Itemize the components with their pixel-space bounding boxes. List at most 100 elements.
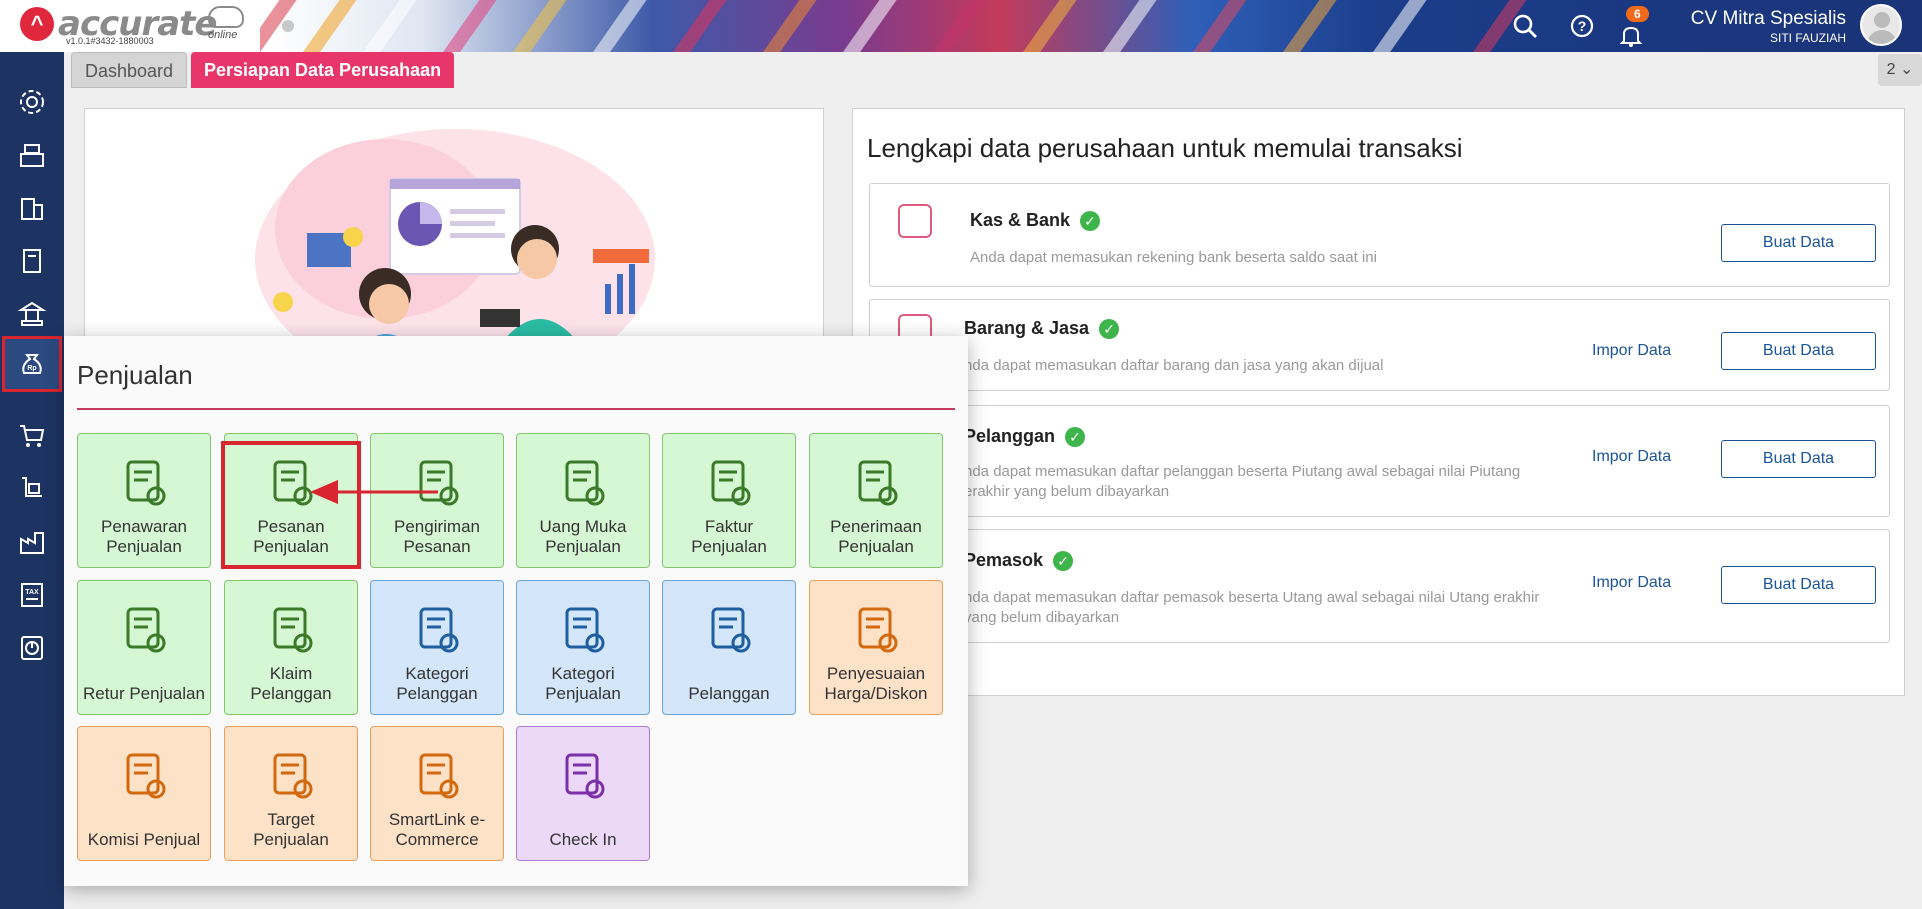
tab-persiapan-data[interactable]: Persiapan Data Perusahaan (191, 52, 455, 88)
setup-card-kas-bank: Kas & Bank ✓ Anda dapat memasukan rekenin… (869, 183, 1890, 287)
sidebar-item-bank[interactable] (9, 291, 55, 337)
setup-item-name: Pelanggan ✓ (964, 426, 1086, 448)
menu-tile-label: Penerimaan Penjualan (830, 517, 922, 556)
highlight-box (221, 441, 361, 569)
check-icon: ✓ (1065, 427, 1086, 448)
menu-tile[interactable]: Penerimaan Penjualan (809, 433, 943, 568)
check-in-icon (565, 753, 605, 799)
import-data-link[interactable]: Impor Data (1592, 574, 1671, 592)
accurate-logo-icon: ^ (20, 7, 54, 41)
setup-item-name-text: Barang & Jasa (964, 318, 1090, 338)
setup-item-name: Barang & Jasa ✓ (964, 318, 1120, 340)
help-icon[interactable]: ? (1569, 13, 1595, 39)
header-decoration (260, 0, 1660, 52)
search-icon[interactable] (1512, 13, 1538, 39)
setup-item-name-text: Pemasok (964, 550, 1044, 570)
sidebar-item-manufacture[interactable] (9, 519, 55, 565)
trolley-icon (22, 477, 42, 497)
menu-tile-label: Retur Penjualan (83, 684, 205, 703)
popup-title: Penjualan (77, 360, 193, 390)
menu-tile-label: Pelanggan (688, 684, 770, 703)
setup-item-name-text: Pelanggan (964, 426, 1056, 446)
tab-count-dropdown[interactable]: 2 ⌄ (1878, 54, 1922, 86)
tag-icon (565, 607, 605, 653)
avatar[interactable] (1860, 4, 1902, 46)
setup-item-name-text: Kas & Bank (970, 210, 1071, 230)
cart-icon (20, 425, 45, 447)
menu-tile[interactable]: Kategori Pelanggan (370, 580, 504, 715)
commission-icon (126, 753, 166, 799)
cloud-icon (208, 6, 244, 28)
create-data-button[interactable]: Buat Data (1721, 566, 1876, 604)
menu-tile[interactable]: Target Penjualan (224, 726, 358, 861)
menu-tile[interactable]: Uang Muka Penjualan (516, 433, 650, 568)
illustration-card (84, 108, 824, 389)
menu-tile[interactable]: Penyesuaian Harga/Diskon (809, 580, 943, 715)
sidebar-item-settings[interactable] (9, 79, 55, 125)
sidebar-item-ledger[interactable] (9, 238, 55, 284)
status-dot (282, 20, 294, 32)
menu-tile-label: Faktur Penjualan (691, 517, 767, 556)
menu-tile[interactable]: Retur Penjualan (77, 580, 211, 715)
setup-item-desc: nda dapat memasukan daftar barang dan ja… (964, 357, 1384, 374)
create-data-button[interactable]: Buat Data (1721, 332, 1876, 370)
tab-count-value: 2 (1886, 61, 1896, 78)
menu-tile-label: Kategori Penjualan (545, 664, 621, 703)
svg-text:TAX: TAX (25, 589, 39, 596)
menu-tile[interactable]: Faktur Penjualan (662, 433, 796, 568)
check-icon: ✓ (1080, 211, 1101, 232)
tax-icon: TAX (21, 583, 43, 607)
menu-tile-label: SmartLink e-Commerce (388, 810, 486, 849)
gear-icon (20, 90, 44, 114)
menu-tile[interactable]: Klaim Pelanggan (224, 580, 358, 715)
notification-badge: 6 (1626, 6, 1649, 22)
tab-dashboard[interactable]: Dashboard (71, 52, 188, 88)
return-box-icon (126, 607, 166, 653)
report-chart-icon (21, 636, 43, 660)
import-data-link[interactable]: Impor Data (1592, 342, 1671, 360)
arrow-pointer-icon (310, 480, 438, 504)
book-icon (23, 249, 41, 273)
app-version: v1.0.1#3432-1880003 (66, 36, 154, 46)
menu-tile-label: Penyesuaian Harga/Diskon (824, 664, 928, 703)
quote-hand-icon (126, 460, 166, 506)
bank-icon (17, 301, 47, 326)
menu-tile-label: Komisi Penjual (87, 830, 201, 849)
create-data-button[interactable]: Buat Data (1721, 224, 1876, 262)
sidebar-item-inventory[interactable] (9, 466, 55, 512)
money-bag-icon (898, 204, 932, 238)
price-adjust-icon (858, 607, 898, 653)
sidebar-item-company[interactable] (9, 132, 55, 178)
customer-category-icon (419, 607, 459, 653)
menu-tile-label: Check In (549, 830, 617, 849)
svg-text:Rp: Rp (27, 365, 36, 372)
target-chart-icon (273, 753, 313, 799)
import-data-link[interactable]: Impor Data (1592, 448, 1671, 466)
company-name[interactable]: CV Mitra Spesialis (1691, 8, 1846, 30)
menu-tile[interactable]: SmartLink e-Commerce (370, 726, 504, 861)
tab-bar: Dashboard Persiapan Data Perusahaan 2 ⌄ (64, 52, 1922, 88)
sidebar-item-tax[interactable]: TAX (9, 572, 55, 618)
notification-bell-icon[interactable] (1619, 24, 1643, 48)
setup-item-desc: nda dapat memasukan daftar pelanggan bes… (964, 463, 1521, 500)
menu-tile-label: Pengiriman Pesanan (394, 517, 480, 556)
menu-tile[interactable]: Kategori Penjualan (516, 580, 650, 715)
menu-tile-label: Klaim Pelanggan (250, 664, 332, 703)
menu-tile-label: Target Penjualan (253, 810, 329, 849)
menu-tile[interactable]: Penawaran Penjualan (77, 433, 211, 568)
menu-tile[interactable]: Check In (516, 726, 650, 861)
svg-text:?: ? (1578, 18, 1587, 34)
setup-item-desc: Anda dapat memasukan rekening bank beser… (970, 249, 1377, 266)
sidebar-item-sales[interactable]: Rp (2, 336, 62, 392)
create-data-button[interactable]: Buat Data (1721, 440, 1876, 478)
popup-divider (77, 408, 955, 410)
sidebar-item-purchase[interactable] (9, 413, 55, 459)
menu-tile-label: Kategori Pelanggan (396, 664, 478, 703)
menu-tile[interactable]: Pelanggan (662, 580, 796, 715)
menu-tile[interactable]: Komisi Penjual (77, 726, 211, 861)
sidebar-item-assets[interactable] (9, 185, 55, 231)
setup-item-name: Kas & Bank ✓ (970, 210, 1101, 232)
check-icon: ✓ (1099, 319, 1120, 340)
sidebar-item-reports[interactable] (9, 625, 55, 671)
factory-icon (20, 532, 44, 554)
